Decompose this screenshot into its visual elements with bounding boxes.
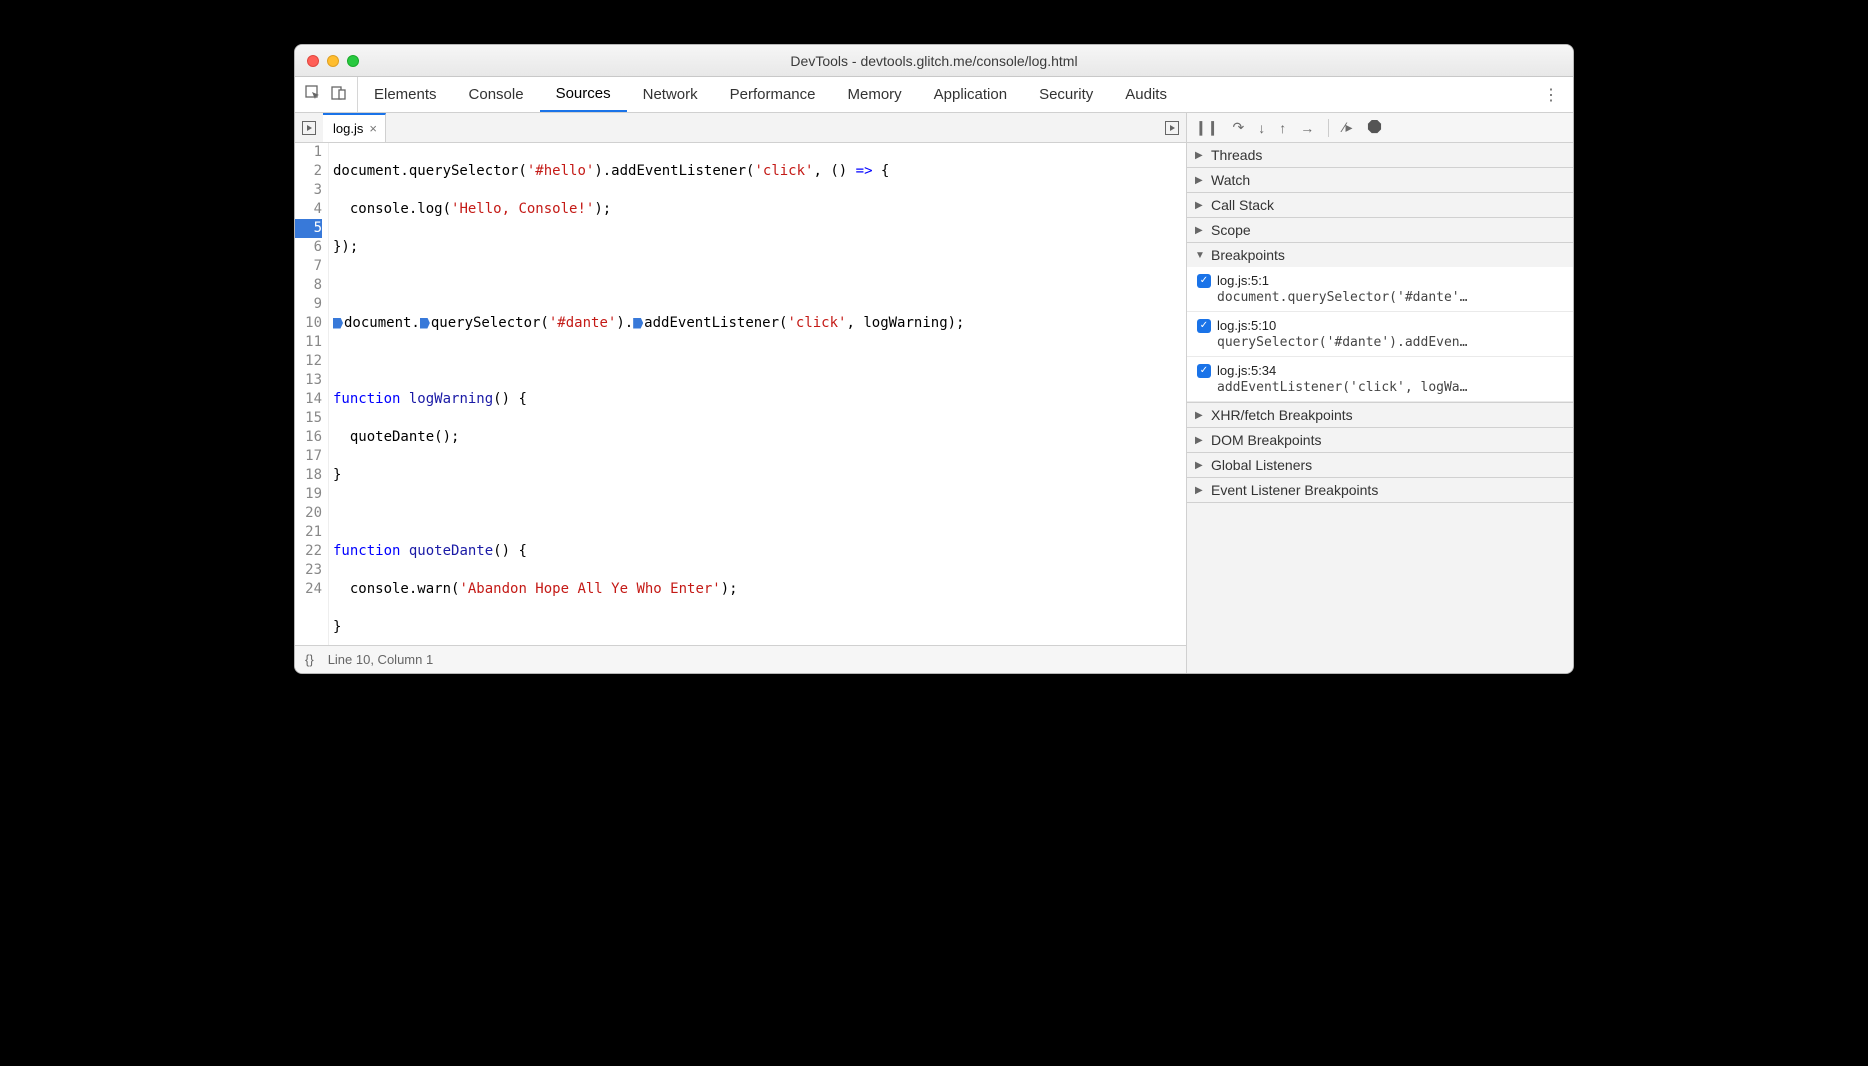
- more-menu-icon[interactable]: ⋮: [1529, 85, 1573, 105]
- tab-elements[interactable]: Elements: [358, 77, 453, 112]
- tab-console[interactable]: Console: [453, 77, 540, 112]
- tab-network[interactable]: Network: [627, 77, 714, 112]
- gutter-breakpoint-line5: 5: [295, 219, 322, 238]
- debugger-sidebar-toggle-icon[interactable]: [1165, 121, 1179, 135]
- step-out-icon[interactable]: ↑: [1279, 120, 1286, 136]
- pause-icon[interactable]: ❙❙: [1195, 119, 1218, 136]
- tab-performance[interactable]: Performance: [714, 77, 832, 112]
- deactivate-breakpoints-icon[interactable]: ⁄▸: [1343, 119, 1352, 136]
- sources-panel: log.js × 1234 5 678910 1112131415 161718…: [295, 113, 1573, 673]
- file-tab-bar: log.js ×: [295, 113, 1186, 143]
- breakpoint-source: querySelector('#dante').addEven…: [1197, 335, 1565, 350]
- section-scope[interactable]: ▶Scope: [1187, 218, 1573, 242]
- breakpoint-checkbox[interactable]: ✓: [1197, 274, 1211, 288]
- section-breakpoints[interactable]: ▼Breakpoints: [1187, 243, 1573, 267]
- debugger-sidebar: ❙❙ ↷ ↓ ↑ → ⁄▸ ▶Threads ▶Watch ▶Call Stac…: [1187, 113, 1573, 673]
- inspect-element-icon[interactable]: [305, 85, 321, 105]
- code-editor[interactable]: 1234 5 678910 1112131415 1617181920 2122…: [295, 143, 1186, 645]
- breakpoint-item[interactable]: ✓log.js:5:10 querySelector('#dante').add…: [1187, 312, 1573, 357]
- device-toolbar-icon[interactable]: [331, 85, 347, 105]
- step-icon[interactable]: →: [1300, 120, 1314, 136]
- minimize-window-button[interactable]: [327, 55, 339, 67]
- section-watch[interactable]: ▶Watch: [1187, 168, 1573, 192]
- column-breakpoint-marker[interactable]: [633, 318, 643, 329]
- column-breakpoint-marker[interactable]: [420, 318, 430, 329]
- breakpoint-item[interactable]: ✓log.js:5:1 document.querySelector('#dan…: [1187, 267, 1573, 312]
- breakpoint-item[interactable]: ✓log.js:5:34 addEventListener('click', l…: [1187, 357, 1573, 402]
- breakpoint-checkbox[interactable]: ✓: [1197, 319, 1211, 333]
- traffic-lights: [307, 55, 359, 67]
- debugger-toolbar: ❙❙ ↷ ↓ ↑ → ⁄▸: [1187, 113, 1573, 143]
- tab-audits[interactable]: Audits: [1109, 77, 1183, 112]
- section-callstack[interactable]: ▶Call Stack: [1187, 193, 1573, 217]
- breakpoints-list: ✓log.js:5:1 document.querySelector('#dan…: [1187, 267, 1573, 402]
- breakpoint-checkbox[interactable]: ✓: [1197, 364, 1211, 378]
- tab-security[interactable]: Security: [1023, 77, 1109, 112]
- zoom-window-button[interactable]: [347, 55, 359, 67]
- step-over-icon[interactable]: ↷: [1232, 119, 1244, 136]
- section-global-listeners[interactable]: ▶Global Listeners: [1187, 453, 1573, 477]
- navigator-toggle-icon[interactable]: [302, 121, 316, 135]
- line-gutter[interactable]: 1234 5 678910 1112131415 1617181920 2122…: [295, 143, 329, 645]
- step-into-icon[interactable]: ↓: [1258, 120, 1265, 136]
- section-dom-breakpoints[interactable]: ▶DOM Breakpoints: [1187, 428, 1573, 452]
- editor-status-bar: {} Line 10, Column 1: [295, 645, 1186, 673]
- tab-memory[interactable]: Memory: [832, 77, 918, 112]
- code-content[interactable]: document.querySelector('#hello').addEven…: [329, 143, 1186, 645]
- tab-sources[interactable]: Sources: [540, 77, 627, 112]
- section-xhr-breakpoints[interactable]: ▶XHR/fetch Breakpoints: [1187, 403, 1573, 427]
- titlebar: DevTools - devtools.glitch.me/console/lo…: [295, 45, 1573, 77]
- pause-on-exceptions-icon[interactable]: [1367, 119, 1382, 137]
- section-threads[interactable]: ▶Threads: [1187, 143, 1573, 167]
- devtools-window: DevTools - devtools.glitch.me/console/lo…: [294, 44, 1574, 674]
- cursor-position: Line 10, Column 1: [328, 652, 434, 667]
- pretty-print-icon[interactable]: {}: [305, 652, 314, 667]
- file-tab-logjs[interactable]: log.js ×: [323, 113, 386, 142]
- close-window-button[interactable]: [307, 55, 319, 67]
- file-tab-label: log.js: [333, 121, 363, 136]
- devtools-tab-bar: Elements Console Sources Network Perform…: [295, 77, 1573, 113]
- window-title: DevTools - devtools.glitch.me/console/lo…: [295, 53, 1573, 69]
- breakpoint-source: document.querySelector('#dante'…: [1197, 290, 1565, 305]
- section-event-listener-breakpoints[interactable]: ▶Event Listener Breakpoints: [1187, 478, 1573, 502]
- tab-application[interactable]: Application: [918, 77, 1023, 112]
- editor-area: log.js × 1234 5 678910 1112131415 161718…: [295, 113, 1187, 673]
- close-tab-icon[interactable]: ×: [369, 121, 377, 136]
- breakpoint-source: addEventListener('click', logWa…: [1197, 380, 1565, 395]
- column-breakpoint-marker[interactable]: [333, 318, 343, 329]
